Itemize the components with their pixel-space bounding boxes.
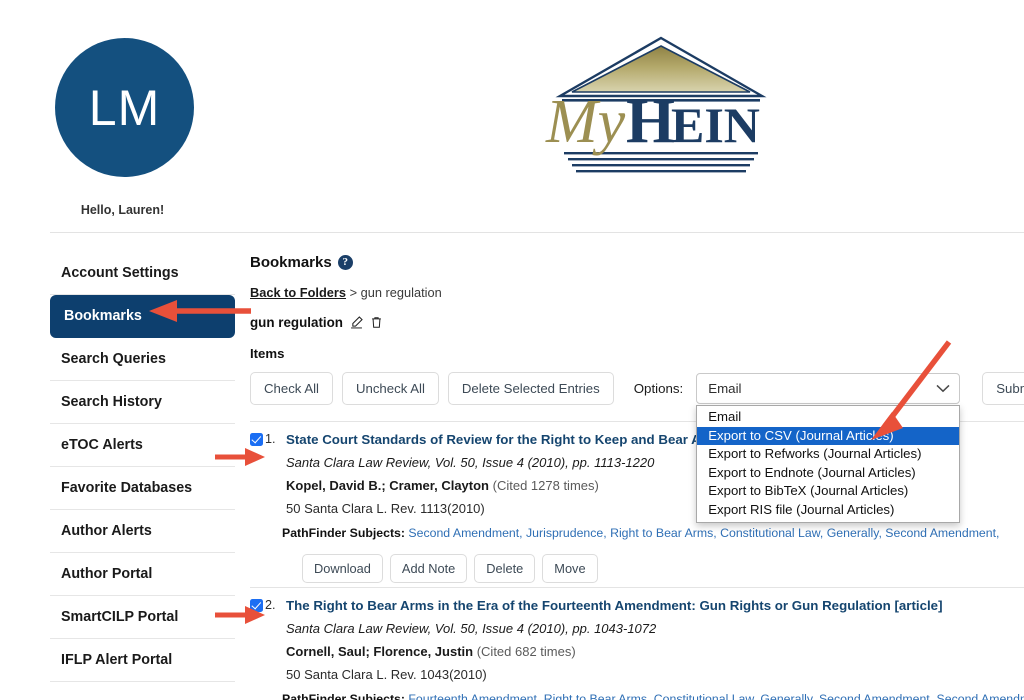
sidebar-item-label: Favorite Databases bbox=[61, 480, 193, 496]
folder-name: gun regulation bbox=[250, 315, 343, 330]
sidebar-item-label: eTOC Alerts bbox=[61, 437, 143, 453]
greeting-text: Hello, Lauren! bbox=[80, 203, 165, 217]
check-all-button[interactable]: Check All bbox=[250, 372, 333, 405]
result-checkbox-1[interactable] bbox=[250, 433, 263, 446]
dropdown-option-export-refworks[interactable]: Export to Refworks (Journal Articles) bbox=[697, 445, 959, 464]
dropdown-option-export-ris[interactable]: Export RIS file (Journal Articles) bbox=[697, 501, 959, 520]
breadcrumb-separator: > bbox=[349, 285, 358, 300]
page-title-text: Bookmarks bbox=[250, 254, 332, 271]
breadcrumb: Back to Folders > gun regulation bbox=[250, 285, 1024, 300]
svg-text:EIN: EIN bbox=[671, 97, 760, 153]
result-subjects-1: PathFinder Subjects: Second Amendment, J… bbox=[282, 525, 1024, 541]
dropdown-option-email[interactable]: Email bbox=[697, 408, 959, 427]
result-actions-1: Download Add Note Delete Move bbox=[302, 554, 1024, 583]
user-profile-block: LM Hello, Lauren! bbox=[55, 38, 194, 217]
sidebar-item-author-alerts[interactable]: Author Alerts bbox=[50, 510, 235, 553]
page-header: LM Hello, Lauren! My H EIN bbox=[0, 0, 1024, 233]
add-note-button[interactable]: Add Note bbox=[389, 554, 468, 583]
submit-button[interactable]: Submit bbox=[982, 372, 1024, 405]
folder-row: gun regulation bbox=[250, 315, 1024, 330]
sidebar-item-search-history[interactable]: Search History bbox=[50, 381, 235, 424]
sidebar-item-label: Author Portal bbox=[61, 566, 153, 582]
edit-icon[interactable] bbox=[350, 316, 363, 329]
myhein-bookmarks-page: LM Hello, Lauren! My H EIN Account Setti… bbox=[0, 0, 1024, 700]
result-subjects-values-2[interactable]: Fourteenth Amendment, Right to Bear Arms… bbox=[408, 692, 1024, 700]
result-title-2[interactable]: The Right to Bear Arms in the Era of the… bbox=[286, 597, 1024, 614]
options-select-value: Email bbox=[708, 381, 742, 396]
result-authors-names-1: Kopel, David B.; Cramer, Clayton bbox=[286, 478, 489, 493]
result-subjects-values-1[interactable]: Second Amendment, Jurisprudence, Right t… bbox=[408, 526, 999, 540]
main-content: Bookmarks ? Back to Folders > gun regula… bbox=[250, 254, 1024, 700]
trash-icon[interactable] bbox=[370, 316, 383, 329]
sidebar-item-search-queries[interactable]: Search Queries bbox=[50, 338, 235, 381]
sidebar-item-label: Author Alerts bbox=[61, 523, 152, 539]
myhein-logo-svg: My H EIN bbox=[545, 36, 767, 173]
options-dropdown-list[interactable]: Email Export to CSV (Journal Articles) E… bbox=[696, 405, 961, 523]
move-button[interactable]: Move bbox=[542, 554, 598, 583]
breadcrumb-current: gun regulation bbox=[360, 285, 442, 300]
sidebar-item-label: Search History bbox=[61, 394, 162, 410]
sidebar-nav: Account Settings Bookmarks Search Querie… bbox=[50, 252, 235, 682]
result-number-2: 2. bbox=[265, 598, 276, 612]
sidebar-item-favorite-databases[interactable]: Favorite Databases bbox=[50, 467, 235, 510]
sidebar-item-label: IFLP Alert Portal bbox=[61, 652, 173, 668]
result-number-1: 1. bbox=[265, 432, 276, 446]
dropdown-option-export-csv[interactable]: Export to CSV (Journal Articles) bbox=[697, 426, 960, 445]
svg-text:H: H bbox=[626, 86, 675, 156]
sidebar-item-author-portal[interactable]: Author Portal bbox=[50, 553, 235, 596]
delete-selected-entries-button[interactable]: Delete Selected Entries bbox=[447, 372, 614, 405]
result-checkbox-2[interactable] bbox=[250, 599, 263, 612]
bookmarks-toolbar: Check All Uncheck All Delete Selected En… bbox=[250, 372, 1024, 523]
result-subjects-label-1: PathFinder Subjects: bbox=[282, 526, 405, 540]
download-button[interactable]: Download bbox=[302, 554, 383, 583]
dropdown-option-export-bibtex[interactable]: Export to BibTeX (Journal Articles) bbox=[697, 482, 959, 501]
avatar: LM bbox=[55, 38, 194, 177]
chevron-down-icon bbox=[936, 384, 950, 393]
breadcrumb-back-to-folders-link[interactable]: Back to Folders bbox=[250, 285, 346, 300]
sidebar-item-label: SmartCILP Portal bbox=[61, 609, 179, 625]
page-title: Bookmarks ? bbox=[250, 254, 1024, 271]
result-cited-count-1: (Cited 1278 times) bbox=[492, 478, 599, 493]
result-item-2: 2. The Right to Bear Arms in the Era of … bbox=[250, 588, 1024, 700]
sidebar-item-iflp-alert-portal[interactable]: IFLP Alert Portal bbox=[50, 639, 235, 682]
result-authors-2: Cornell, Saul; Florence, Justin (Cited 6… bbox=[286, 643, 1024, 660]
items-label: Items bbox=[250, 346, 285, 361]
sidebar-item-label: Bookmarks bbox=[64, 308, 142, 324]
myhein-logo: My H EIN bbox=[540, 30, 780, 175]
result-cited-count-2: (Cited 682 times) bbox=[476, 644, 576, 659]
header-divider bbox=[50, 232, 1024, 233]
sidebar-item-bookmarks[interactable]: Bookmarks bbox=[50, 295, 235, 338]
uncheck-all-button[interactable]: Uncheck All bbox=[341, 372, 439, 405]
result-citation-2: Santa Clara Law Review, Vol. 50, Issue 4… bbox=[286, 621, 657, 636]
options-select[interactable]: Email bbox=[696, 373, 961, 404]
sidebar-item-etoc-alerts[interactable]: eTOC Alerts bbox=[50, 424, 235, 467]
result-authors-names-2: Cornell, Saul; Florence, Justin bbox=[286, 644, 474, 659]
result-subjects-label-2: PathFinder Subjects: bbox=[282, 692, 405, 700]
sidebar-item-smartcilp-portal[interactable]: SmartCILP Portal bbox=[50, 596, 235, 639]
sidebar-item-label: Account Settings bbox=[61, 265, 179, 281]
dropdown-option-export-endnote[interactable]: Export to Endnote (Journal Articles) bbox=[697, 464, 959, 483]
result-subjects-2: PathFinder Subjects: Fourteenth Amendmen… bbox=[282, 691, 1024, 700]
help-icon[interactable]: ? bbox=[337, 255, 353, 270]
delete-button[interactable]: Delete bbox=[474, 554, 536, 583]
svg-text:My: My bbox=[545, 88, 626, 156]
sidebar-item-label: Search Queries bbox=[61, 351, 166, 367]
sidebar-item-account-settings[interactable]: Account Settings bbox=[50, 252, 235, 295]
result-reference-2: 50 Santa Clara L. Rev. 1043(2010) bbox=[286, 667, 487, 682]
options-select-wrapper: Email Email Export to CSV (Journal Artic… bbox=[696, 373, 961, 523]
options-label: Options: bbox=[633, 381, 684, 396]
page-body: Account Settings Bookmarks Search Querie… bbox=[0, 240, 1024, 700]
